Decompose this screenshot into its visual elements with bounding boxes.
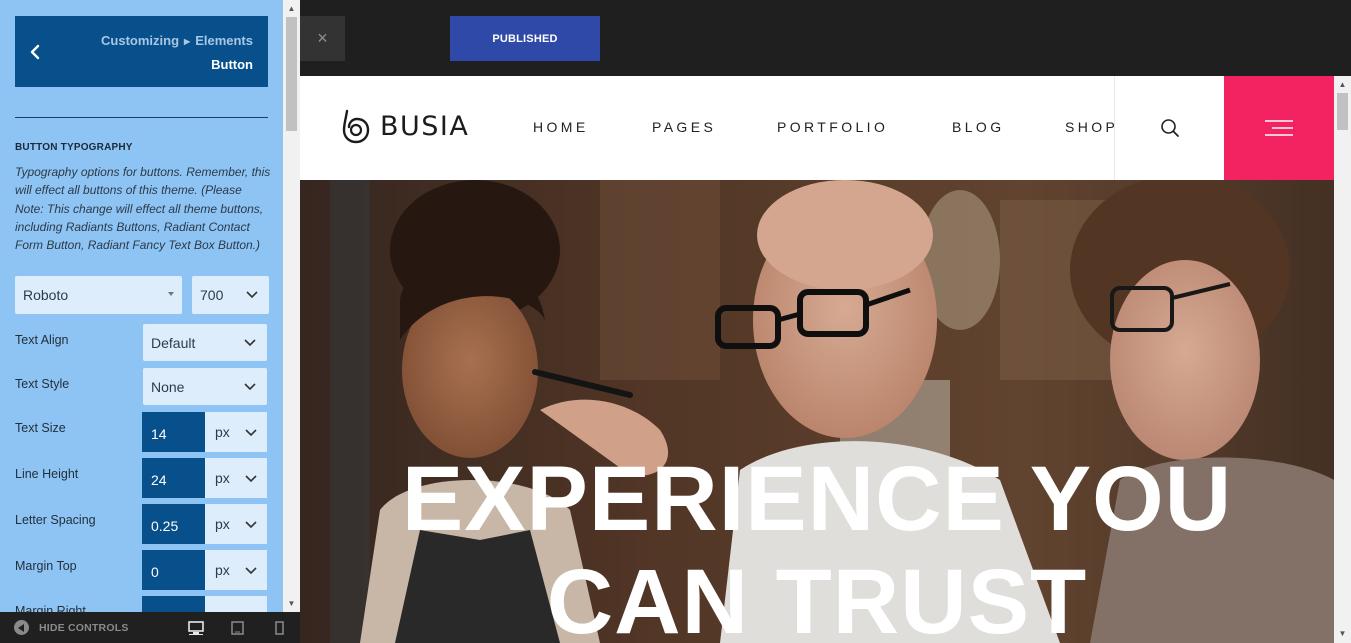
- line-height-unit-select[interactable]: px: [205, 458, 267, 498]
- margin-right-label: Margin Right: [15, 604, 86, 612]
- letter-spacing-label: Letter Spacing: [15, 513, 96, 527]
- text-align-label: Text Align: [15, 333, 69, 347]
- hero-title: EXPERIENCE YOU CAN TRUST: [300, 448, 1334, 643]
- search-button[interactable]: [1114, 76, 1224, 180]
- preview-mobile-button[interactable]: [267, 612, 291, 643]
- letter-spacing-unit-select[interactable]: px: [205, 504, 267, 544]
- preview-scrollbar[interactable]: ▲ ▼: [1334, 76, 1351, 643]
- site-preview: BUSIA HOME PAGES PORTFOLIO BLOG SHOP EXP…: [300, 76, 1351, 643]
- section-header: Customizing ▶ Elements Button: [15, 16, 268, 87]
- margin-right-input[interactable]: [142, 596, 205, 612]
- breadcrumb-item: Customizing: [101, 33, 180, 48]
- hero-section: EXPERIENCE YOU CAN TRUST: [300, 180, 1334, 643]
- preview-desktop-button[interactable]: [184, 612, 208, 643]
- logo-mark-icon: [342, 109, 370, 144]
- scroll-down-icon[interactable]: ▼: [1334, 627, 1351, 641]
- hero-title-line: EXPERIENCE YOU: [401, 448, 1233, 550]
- line-height-label: Line Height: [15, 467, 79, 481]
- site-logo[interactable]: BUSIA: [340, 108, 469, 144]
- logo-text: BUSIA: [380, 110, 470, 142]
- nav-shop[interactable]: SHOP: [1065, 119, 1118, 135]
- close-icon: ×: [317, 28, 328, 48]
- mobile-icon: [274, 620, 284, 635]
- scrollbar-thumb[interactable]: [1337, 93, 1348, 130]
- section-description: Typography options for buttons. Remember…: [15, 165, 271, 253]
- scroll-up-icon[interactable]: ▲: [283, 2, 300, 16]
- text-style-select[interactable]: None: [143, 368, 267, 405]
- chevron-down-icon: [245, 429, 257, 437]
- sidebar-scrollbar[interactable]: ▲ ▼: [283, 0, 300, 612]
- nav-home[interactable]: HOME: [533, 119, 589, 135]
- search-icon: [1160, 119, 1179, 137]
- text-size-input[interactable]: 14: [142, 412, 205, 452]
- menu-button[interactable]: [1224, 76, 1334, 180]
- hamburger-menu-icon: [1265, 120, 1293, 136]
- breadcrumb-separator-icon: ▶: [184, 37, 191, 46]
- section-title: BUTTON TYPOGRAPHY: [15, 142, 133, 153]
- margin-right-unit-select[interactable]: [205, 596, 267, 612]
- chevron-down-icon: [245, 567, 257, 575]
- margin-top-input[interactable]: 0: [142, 550, 205, 590]
- text-style-value: None: [151, 378, 185, 395]
- customizer-footer: HIDE CONTROLS: [0, 612, 300, 643]
- chevron-down-icon: [244, 339, 256, 347]
- preview-tablet-button[interactable]: [225, 612, 249, 643]
- publish-button[interactable]: PUBLISHED: [450, 16, 600, 61]
- scrollbar-thumb[interactable]: [286, 17, 297, 131]
- nav-portfolio[interactable]: PORTFOLIO: [777, 119, 888, 135]
- panel-title: Button: [211, 57, 253, 72]
- breadcrumb-item: Elements: [195, 33, 253, 48]
- scroll-up-icon[interactable]: ▲: [1334, 78, 1351, 92]
- nav-blog[interactable]: BLOG: [952, 119, 1005, 135]
- site-header: BUSIA HOME PAGES PORTFOLIO BLOG SHOP: [300, 76, 1334, 180]
- text-size-label: Text Size: [15, 421, 66, 435]
- controls-panel: Customizing ▶ Elements Button BUTTON TYPOG…: [0, 0, 283, 612]
- collapse-icon: [14, 620, 29, 635]
- chevron-down-icon: [245, 475, 257, 483]
- margin-top-unit-select[interactable]: px: [205, 550, 267, 590]
- letter-spacing-input[interactable]: 0.25: [142, 504, 205, 544]
- unit-value: px: [215, 562, 230, 578]
- margin-top-label: Margin Top: [15, 559, 77, 573]
- font-weight-value: 700: [200, 287, 224, 303]
- chevron-down-icon: [245, 521, 257, 529]
- font-family-select[interactable]: Roboto: [15, 276, 182, 314]
- hide-controls-button[interactable]: HIDE CONTROLS: [14, 612, 129, 643]
- customizer-sidebar: Customizing ▶ Elements Button BUTTON TYPOG…: [0, 0, 300, 643]
- tablet-icon: [230, 620, 244, 635]
- text-size-unit-select[interactable]: px: [205, 412, 267, 452]
- hide-controls-label: HIDE CONTROLS: [39, 621, 129, 634]
- caret-down-icon: [168, 292, 174, 296]
- divider: [15, 117, 268, 118]
- hero-title-line: CAN TRUST: [546, 551, 1088, 643]
- close-customizer-button[interactable]: ×: [300, 16, 345, 61]
- chevron-down-icon: [246, 291, 258, 299]
- scroll-down-icon[interactable]: ▼: [283, 597, 300, 611]
- chevron-down-icon: [244, 383, 256, 391]
- unit-value: px: [215, 470, 230, 486]
- desktop-icon: [188, 620, 204, 635]
- font-weight-select[interactable]: 700: [192, 276, 269, 314]
- unit-value: px: [215, 424, 230, 440]
- back-button[interactable]: [15, 16, 55, 87]
- nav-pages[interactable]: PAGES: [652, 119, 716, 135]
- text-align-value: Default: [151, 334, 196, 351]
- unit-value: px: [215, 516, 230, 532]
- text-align-select[interactable]: Default: [143, 324, 267, 361]
- text-style-label: Text Style: [15, 377, 70, 391]
- chevron-left-icon: [30, 44, 40, 59]
- line-height-input[interactable]: 24: [142, 458, 205, 498]
- customizer-app: Customizing ▶ Elements Button BUTTON TYPOG…: [0, 0, 1351, 643]
- font-family-value: Roboto: [23, 287, 69, 303]
- breadcrumb: Customizing ▶ Elements: [101, 33, 253, 48]
